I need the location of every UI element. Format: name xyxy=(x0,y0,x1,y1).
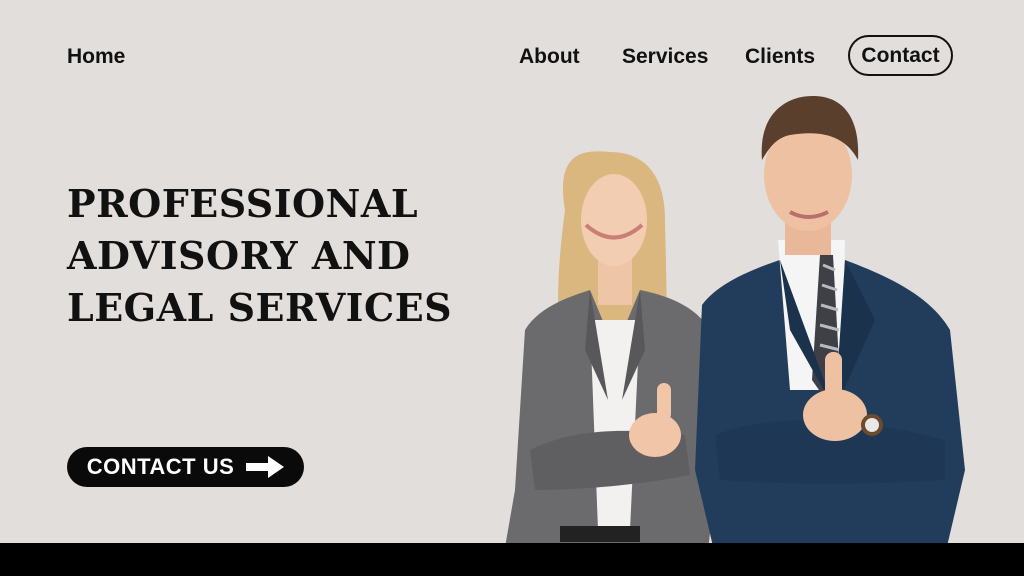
nav-home-link[interactable]: Home xyxy=(67,44,125,70)
woman-face xyxy=(581,174,647,266)
footer-bar xyxy=(0,543,1024,576)
watch-icon xyxy=(861,414,883,436)
contact-us-button[interactable]: CONTACT US xyxy=(67,447,304,487)
nav-about-link[interactable]: About xyxy=(519,44,580,70)
contact-us-label: CONTACT US xyxy=(86,454,235,479)
hero-title-line: LEGAL SERVICES xyxy=(67,285,453,330)
nav-services-link[interactable]: Services xyxy=(622,44,708,70)
nav-contact-button[interactable]: Contact xyxy=(848,35,953,76)
hero-title: PROFESSIONAL ADVISORY AND LEGAL SERVICES xyxy=(67,178,452,334)
arrow-right-icon xyxy=(246,456,285,478)
nav-clients-link[interactable]: Clients xyxy=(745,44,815,70)
hero-title-line: PROFESSIONAL xyxy=(67,181,419,226)
professionals-photo xyxy=(500,95,965,576)
hero-title-line: ADVISORY AND xyxy=(67,233,411,278)
